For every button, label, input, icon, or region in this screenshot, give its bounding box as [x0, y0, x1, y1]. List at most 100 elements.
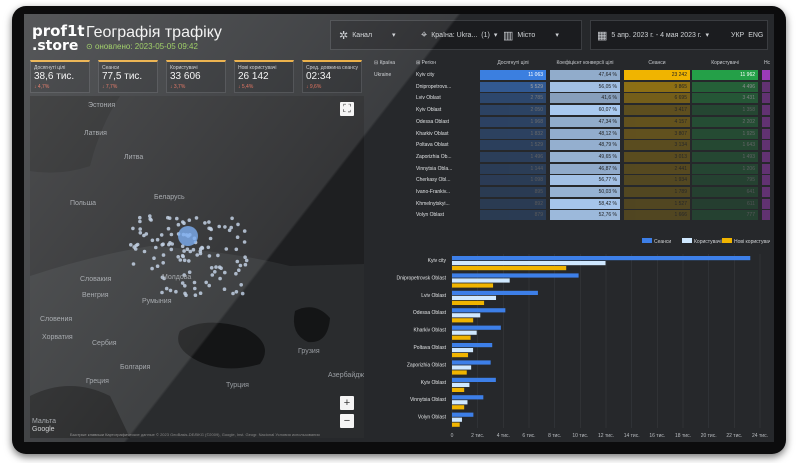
traffic-dot[interactable]: [217, 224, 221, 229]
region-cell[interactable]: Ivano-Frankiv...: [416, 187, 480, 197]
region-cell[interactable]: Lviv Oblast: [416, 93, 480, 103]
traffic-dot[interactable]: [178, 258, 183, 262]
traffic-dot[interactable]: [182, 249, 186, 253]
region-column-header[interactable]: ⊞ Регіон: [416, 60, 436, 66]
region-cell[interactable]: Volyn Oblast: [416, 210, 480, 220]
traffic-dot[interactable]: [148, 214, 152, 218]
traffic-dot[interactable]: [193, 293, 198, 297]
traffic-dot[interactable]: [150, 238, 155, 243]
traffic-dot[interactable]: [198, 291, 203, 295]
traffic-dot[interactable]: [207, 220, 211, 224]
traffic-dot[interactable]: [184, 293, 188, 297]
zoom-in-button[interactable]: +: [340, 396, 354, 410]
traffic-dot[interactable]: [227, 228, 232, 233]
traffic-dot[interactable]: [194, 216, 199, 220]
traffic-dot[interactable]: [191, 247, 196, 252]
region-cell[interactable]: Dnipropetrovs...: [416, 82, 480, 92]
traffic-dot[interactable]: [213, 270, 217, 274]
traffic-dot[interactable]: [244, 258, 249, 263]
traffic-dot[interactable]: [155, 237, 160, 242]
traffic-dot[interactable]: [195, 253, 199, 257]
traffic-dot[interactable]: [192, 280, 197, 285]
traffic-dot[interactable]: [168, 288, 173, 293]
fullscreen-button[interactable]: ⛶: [340, 102, 354, 116]
region-cell[interactable]: Odessa Oblast: [416, 117, 480, 127]
traffic-dot[interactable]: [176, 255, 180, 259]
kpi-card[interactable]: Нові користувачі 26 142 ↓ 5,4%: [234, 60, 294, 93]
traffic-dot[interactable]: [217, 265, 222, 269]
region-cell[interactable]: Kharkiv Oblast: [416, 129, 480, 139]
traffic-dot[interactable]: [161, 253, 166, 257]
traffic-dot[interactable]: [169, 247, 174, 252]
traffic-dot[interactable]: [198, 251, 203, 256]
traffic-dot[interactable]: [235, 235, 240, 239]
traffic-dot[interactable]: [239, 283, 243, 287]
traffic-dot[interactable]: [208, 236, 213, 241]
region-cell[interactable]: Cherkasy Obl...: [416, 175, 480, 185]
map-footer-shortcuts[interactable]: Быстрые клавиши: [70, 432, 104, 437]
traffic-dot[interactable]: [150, 266, 154, 271]
traffic-dot[interactable]: [182, 258, 187, 263]
traffic-dot[interactable]: [138, 219, 142, 224]
traffic-dot[interactable]: [216, 253, 220, 258]
traffic-dot[interactable]: [203, 221, 207, 225]
city-filter[interactable]: ▥ Місто ▾: [503, 21, 559, 49]
traffic-dot[interactable]: [193, 286, 197, 291]
traffic-dot[interactable]: [142, 249, 147, 254]
zoom-out-button[interactable]: −: [340, 414, 354, 428]
traffic-dot[interactable]: [152, 256, 156, 260]
traffic-dot[interactable]: [200, 245, 204, 250]
traffic-dot[interactable]: [240, 291, 245, 296]
traffic-dot[interactable]: [175, 216, 179, 221]
traffic-dot[interactable]: [214, 265, 218, 269]
traffic-dot[interactable]: [187, 259, 191, 263]
traffic-dot[interactable]: [161, 242, 165, 246]
traffic-dot[interactable]: [242, 229, 247, 233]
traffic-dot[interactable]: [207, 254, 212, 258]
traffic-dot[interactable]: [188, 249, 193, 254]
traffic-dot[interactable]: [168, 241, 172, 245]
traffic-dot[interactable]: [176, 222, 181, 227]
traffic-dot[interactable]: [243, 262, 248, 267]
traffic-dot[interactable]: [222, 287, 227, 291]
traffic-dot[interactable]: [223, 270, 227, 275]
traffic-dot[interactable]: [185, 247, 190, 251]
column-header[interactable]: Досягнуті цілі: [480, 60, 546, 66]
traffic-dot[interactable]: [234, 290, 239, 294]
map-footer-terms[interactable]: Условия использования: [275, 432, 319, 437]
country-column-header[interactable]: ⊟ Країна: [374, 60, 395, 66]
traffic-dot[interactable]: [234, 247, 239, 252]
kpi-card[interactable]: Сред. довжина сеансу 02:34 ↓ 9,6%: [302, 60, 362, 93]
column-header[interactable]: Нс: [762, 60, 772, 66]
region-cell[interactable]: Kyiv Oblast: [416, 105, 480, 115]
column-header[interactable]: Сеанси: [624, 60, 690, 66]
traffic-dot[interactable]: [183, 284, 187, 288]
traffic-dot[interactable]: [132, 245, 136, 249]
traffic-dot[interactable]: [138, 231, 143, 235]
traffic-dot[interactable]: [204, 280, 208, 285]
traffic-dot[interactable]: [160, 290, 164, 295]
traffic-dot[interactable]: [231, 291, 235, 296]
traffic-dot[interactable]: [237, 268, 241, 272]
region-cell[interactable]: Kyiv city: [416, 70, 480, 80]
kpi-card[interactable]: Користувачі 33 606 ↓ 3,7%: [166, 60, 226, 93]
traffic-dot[interactable]: [138, 215, 142, 220]
lang-uk-button[interactable]: УКР: [731, 32, 744, 39]
region-cell[interactable]: Vinnytsia Obla...: [416, 164, 480, 174]
column-header[interactable]: Коефіцієнт конверсії цілі: [550, 60, 620, 66]
traffic-dot[interactable]: [234, 271, 238, 276]
traffic-dot[interactable]: [164, 286, 169, 291]
region-cell[interactable]: Poltava Oblast: [416, 140, 480, 150]
column-header[interactable]: Користувачі: [692, 60, 758, 66]
traffic-dot[interactable]: [243, 255, 247, 259]
traffic-dot[interactable]: [238, 263, 243, 268]
traffic-dot[interactable]: [187, 218, 192, 222]
traffic-dot[interactable]: [166, 226, 171, 231]
traffic-dot[interactable]: [138, 227, 142, 231]
traffic-dot[interactable]: [131, 262, 136, 266]
traffic-dot[interactable]: [131, 226, 135, 231]
kyiv-traffic-cluster[interactable]: [178, 226, 198, 246]
lang-en-button[interactable]: ENG: [748, 32, 763, 39]
traffic-dot[interactable]: [159, 233, 164, 237]
kpi-card[interactable]: Досягнуті цілі 38,6 тис. ↓ 4,7%: [30, 60, 90, 93]
